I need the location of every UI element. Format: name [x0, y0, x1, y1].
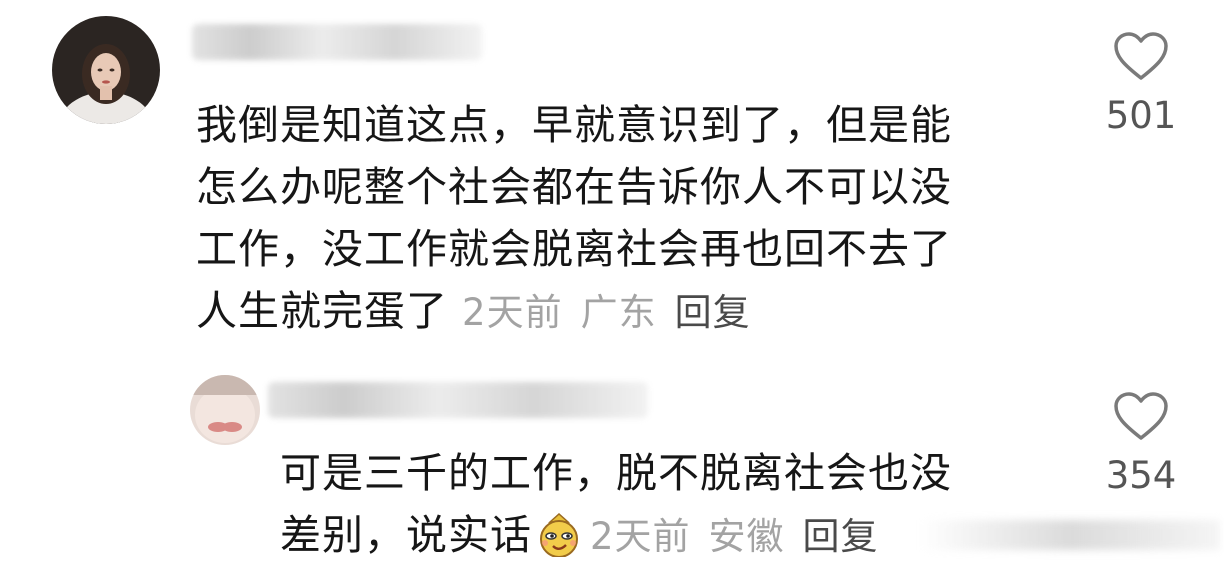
- reply-button[interactable]: 回复: [675, 291, 751, 334]
- comment-line: 我倒是知道这点，早就意识到了，但是能: [196, 101, 952, 149]
- comment-location: 安徽: [708, 515, 785, 558]
- heart-icon[interactable]: [1101, 32, 1181, 86]
- comment-meta: 2天前 安徽 回复: [590, 515, 897, 558]
- like-count: 354: [1105, 454, 1177, 497]
- comment-line: 怎么办呢整个社会都在告诉你人不可以没: [196, 163, 952, 211]
- smirk-emoji-icon: [536, 512, 582, 574]
- comment-location: 广东: [580, 291, 657, 334]
- username-blurred[interactable]: [268, 382, 648, 418]
- like-count: 501: [1105, 94, 1177, 137]
- comment-time: 2天前: [462, 291, 563, 334]
- comment-line: 人生就完蛋了: [196, 287, 448, 335]
- comment-body: 可是三千的工作，脱不脱离社会也没 差别，说实话 2天前 安徽 回复: [280, 442, 952, 574]
- comment-line: 差别，说实话: [280, 511, 532, 559]
- comment-body: 我倒是知道这点，早就意识到了，但是能 怎么办呢整个社会都在告诉你人不可以没 工作…: [196, 94, 952, 344]
- like-group: 354: [1101, 392, 1181, 497]
- watermark-blurred: [920, 520, 1220, 550]
- like-group: 501: [1101, 32, 1181, 137]
- comment-meta: 2天前 广东 回复: [462, 291, 769, 334]
- comment-line: 工作，没工作就会脱离社会再也回不去了: [196, 225, 952, 273]
- avatar[interactable]: [190, 375, 260, 445]
- comment-line: 可是三千的工作，脱不脱离社会也没: [280, 449, 952, 497]
- username-blurred[interactable]: [192, 24, 482, 60]
- heart-icon[interactable]: [1101, 392, 1181, 446]
- reply-button[interactable]: 回复: [803, 515, 879, 558]
- comment-time: 2天前: [590, 515, 691, 558]
- avatar[interactable]: [52, 16, 160, 124]
